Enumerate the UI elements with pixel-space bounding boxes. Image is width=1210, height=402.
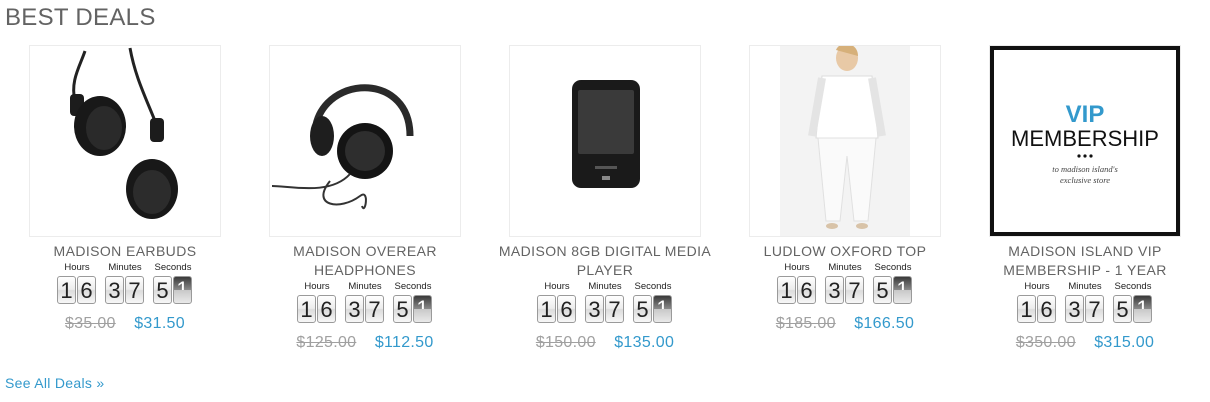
timer-digit: 1 xyxy=(1017,295,1036,323)
timer-digit: 7 xyxy=(1085,295,1104,323)
minutes-label: Minutes xyxy=(1068,281,1102,292)
price-box: $185.00 $166.50 xyxy=(725,315,965,337)
product-card: MADISON EARBUDS Hours Minutes Seconds 1 … xyxy=(5,44,245,364)
countdown-timer: Hours Minutes Seconds 1 6 3 7 5 1 xyxy=(965,281,1205,326)
special-price: $315.00 xyxy=(1094,334,1155,351)
timer-digit: 7 xyxy=(365,295,384,323)
product-card: MADISON 8GB DIGITAL MEDIA PLAYER Hours M… xyxy=(485,44,725,364)
timer-digit: 5 xyxy=(1113,295,1132,323)
product-name[interactable]: LUDLOW OXFORD TOP xyxy=(725,242,965,261)
timer-digit: 3 xyxy=(1065,295,1084,323)
seconds-label: Seconds xyxy=(1114,281,1152,292)
membership-line2: exclusive store xyxy=(1060,175,1110,185)
countdown-timer: Hours Minutes Seconds 1 6 3 7 5 1 xyxy=(245,281,485,326)
timer-digit: 1 xyxy=(537,295,556,323)
timer-digit: 7 xyxy=(605,295,624,323)
timer-digit-flipping: 1 xyxy=(173,276,192,304)
old-price: $125.00 xyxy=(296,334,357,351)
price-box: $125.00 $112.50 xyxy=(245,334,485,356)
timer-digit: 3 xyxy=(585,295,604,323)
vip-text: VIP xyxy=(1066,101,1105,128)
hours-label: Hours xyxy=(304,281,330,292)
hours-label: Hours xyxy=(64,262,90,273)
special-price: $166.50 xyxy=(854,315,915,332)
product-card: VIP MEMBERSHIP to madison island's exclu… xyxy=(965,44,1205,364)
section-title: BEST DEALS xyxy=(5,4,156,31)
hours-label: Hours xyxy=(1024,281,1050,292)
timer-digit: 6 xyxy=(77,276,96,304)
seconds-label: Seconds xyxy=(874,262,912,273)
old-price: $185.00 xyxy=(775,315,836,332)
special-price: $135.00 xyxy=(614,334,675,351)
old-price: $150.00 xyxy=(535,334,596,351)
timer-digit: 7 xyxy=(845,276,864,304)
timer-digit: 3 xyxy=(345,295,364,323)
seconds-label: Seconds xyxy=(634,281,672,292)
countdown-timer: Hours Minutes Seconds 1 6 3 7 5 1 xyxy=(725,262,965,307)
hours-label: Hours xyxy=(544,281,570,292)
product-card: MADISON OVEREAR HEADPHONES Hours Minutes… xyxy=(245,44,485,364)
special-price: $31.50 xyxy=(134,315,185,332)
product-name[interactable]: MADISON EARBUDS xyxy=(5,242,245,261)
timer-digit-flipping: 1 xyxy=(413,295,432,323)
special-price: $112.50 xyxy=(374,334,434,351)
minutes-label: Minutes xyxy=(828,262,862,273)
product-name[interactable]: MADISON ISLAND VIP MEMBERSHIP - 1 YEAR xyxy=(965,242,1205,280)
countdown-timer: Hours Minutes Seconds 1 6 3 7 5 1 xyxy=(5,262,245,307)
old-price: $35.00 xyxy=(65,315,116,332)
product-name[interactable]: MADISON 8GB DIGITAL MEDIA PLAYER xyxy=(485,242,725,280)
membership-line1: to madison island's xyxy=(1052,164,1118,174)
timer-digit: 3 xyxy=(825,276,844,304)
minutes-label: Minutes xyxy=(108,262,142,273)
timer-digit: 5 xyxy=(873,276,892,304)
timer-digit: 1 xyxy=(777,276,796,304)
timer-digit: 3 xyxy=(105,276,124,304)
product-image-vip-membership[interactable]: VIP MEMBERSHIP to madison island's exclu… xyxy=(989,45,1181,237)
timer-digit: 6 xyxy=(317,295,336,323)
product-image-headphones[interactable] xyxy=(269,45,461,237)
product-image-media-player[interactable] xyxy=(509,45,701,237)
seconds-label: Seconds xyxy=(394,281,432,292)
price-box: $350.00 $315.00 xyxy=(965,334,1205,356)
price-box: $150.00 $135.00 xyxy=(485,334,725,356)
minutes-label: Minutes xyxy=(588,281,622,292)
product-grid: MADISON EARBUDS Hours Minutes Seconds 1 … xyxy=(0,44,1210,364)
timer-digit: 6 xyxy=(797,276,816,304)
see-all-deals-link[interactable]: See All Deals » xyxy=(5,375,104,391)
old-price: $350.00 xyxy=(1015,334,1076,351)
seconds-label: Seconds xyxy=(154,262,192,273)
product-image-oxford-top[interactable] xyxy=(749,45,941,237)
timer-digit: 5 xyxy=(393,295,412,323)
timer-digit: 1 xyxy=(57,276,76,304)
countdown-timer: Hours Minutes Seconds 1 6 3 7 5 1 xyxy=(485,281,725,326)
timer-digit: 7 xyxy=(125,276,144,304)
timer-digit-flipping: 1 xyxy=(1133,295,1152,323)
timer-digit: 1 xyxy=(297,295,316,323)
product-image-earbuds[interactable] xyxy=(29,45,221,237)
timer-digit: 5 xyxy=(153,276,172,304)
timer-digit-flipping: 1 xyxy=(653,295,672,323)
product-name[interactable]: MADISON OVEREAR HEADPHONES xyxy=(245,242,485,280)
hours-label: Hours xyxy=(784,262,810,273)
minutes-label: Minutes xyxy=(348,281,382,292)
membership-text: MEMBERSHIP xyxy=(1011,126,1159,151)
timer-digit: 6 xyxy=(557,295,576,323)
price-box: $35.00 $31.50 xyxy=(5,315,245,337)
product-card: LUDLOW OXFORD TOP Hours Minutes Seconds … xyxy=(725,44,965,364)
timer-digit: 5 xyxy=(633,295,652,323)
timer-digit: 6 xyxy=(1037,295,1056,323)
timer-digit-flipping: 1 xyxy=(893,276,912,304)
